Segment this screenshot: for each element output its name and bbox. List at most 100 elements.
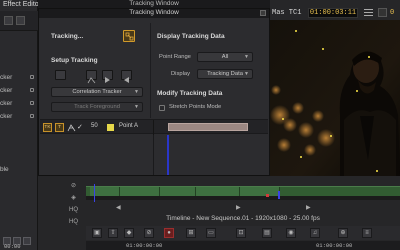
point-range-value: All — [221, 54, 229, 60]
tracker-enable-button[interactable]: TK — [43, 123, 52, 132]
tracker-engine-dropdown[interactable]: Correlation Tracker ▼ — [51, 87, 143, 97]
stop-icon[interactable]: ⊘ — [144, 228, 154, 238]
snap-icon[interactable]: ▣ — [92, 228, 102, 238]
timeline-playhead[interactable] — [94, 184, 95, 202]
effect-item-label: cker — [0, 74, 13, 81]
effect-list-item[interactable]: cker — [0, 74, 34, 81]
tracker-list-empty-area — [40, 135, 268, 175]
timeline-marker-blue[interactable] — [278, 191, 280, 199]
jog-left-icon[interactable]: ◀ — [116, 204, 121, 211]
tracking-point-marker[interactable] — [356, 90, 358, 92]
tracking-window: Tracking Window Tracking... Setup Tracki… — [38, 8, 270, 176]
backward-track-button[interactable] — [121, 70, 132, 83]
stretch-points-checkbox[interactable] — [159, 105, 165, 111]
chevron-down-icon: ▼ — [134, 104, 139, 110]
tracker-figure-icon[interactable] — [67, 123, 76, 132]
display-dropdown[interactable]: Tracking Data ▼ — [197, 69, 253, 79]
generate-tracker-button[interactable] — [86, 70, 97, 84]
pin-icon — [30, 88, 34, 92]
forward-track-button[interactable] — [102, 70, 113, 83]
pin-icon — [30, 75, 34, 79]
tracking-point-marker[interactable] — [295, 30, 297, 32]
audio-icon[interactable]: ♫ — [310, 228, 320, 238]
top-title-strip: Tracking Window — [38, 0, 270, 8]
tracking-window-title: Tracking Window — [129, 9, 179, 16]
zoom-icon[interactable]: ⊕ — [338, 228, 348, 238]
play-icon[interactable]: ▶ — [236, 204, 241, 211]
tracking-range-bar[interactable] — [168, 123, 248, 131]
video-track-clip[interactable] — [86, 186, 400, 197]
splice-icon[interactable]: ◆ — [124, 228, 134, 238]
point-range-dropdown[interactable]: All ▼ — [197, 52, 253, 62]
pin-icon — [30, 101, 34, 105]
chevron-down-icon: ▼ — [134, 89, 139, 95]
tracking-point-marker[interactable] — [322, 48, 324, 50]
tracker-number: 50 — [91, 123, 98, 129]
tracking-point-marker[interactable] — [330, 135, 332, 137]
setup-tracking-heading: Setup Tracking — [51, 57, 98, 64]
effect-icon[interactable]: ◉ — [286, 228, 296, 238]
viewer-frame-image — [270, 20, 400, 180]
tracker-type-button[interactable]: T — [55, 123, 64, 132]
column-divider — [150, 23, 151, 118]
tracking-playhead[interactable] — [167, 135, 169, 175]
viewer-button-icon[interactable] — [378, 8, 387, 17]
menu-icon[interactable] — [364, 9, 373, 17]
effect-editor-title: Effect Editor — [3, 1, 42, 8]
row-divider — [153, 120, 154, 135]
settings-icon[interactable]: ≡ — [362, 228, 372, 238]
tracking-rect-button[interactable] — [55, 70, 66, 80]
trim-icon[interactable]: ⊞ — [186, 228, 196, 238]
tracking-point-marker[interactable] — [368, 56, 370, 58]
timeline-toolbar: ▣ ⇧ ◆ ⊘ ● ⊞ ▭ ⊡ ▤ ◉ ♫ ⊕ ≡ — [86, 226, 400, 240]
timeline-track-controls: ⊘ ◈ HQ HQ — [38, 180, 84, 240]
track-label-1: HQ — [69, 207, 78, 213]
chevron-down-icon: ▼ — [244, 54, 249, 60]
segment-icon[interactable]: ▭ — [206, 228, 216, 238]
audio-track-strip[interactable] — [86, 196, 400, 200]
timeline-marker-red[interactable] — [266, 194, 269, 197]
overwrite-icon[interactable]: ⊡ — [236, 228, 246, 238]
display-tracking-data-heading: Display Tracking Data — [157, 33, 225, 40]
modify-tracking-data-heading: Modify Tracking Data — [157, 90, 223, 97]
display-value: Tracking Data — [207, 71, 243, 77]
effect-list-item[interactable]: cker — [0, 87, 34, 94]
start-tracking-button[interactable] — [123, 30, 135, 42]
pin-icon — [30, 114, 34, 118]
bottom-button-icon[interactable] — [23, 237, 31, 245]
lift-icon[interactable]: ⇧ — [108, 228, 118, 238]
tracking-point-marker[interactable] — [376, 170, 378, 172]
chevron-down-icon: ▼ — [244, 71, 249, 77]
effect-editor-panel: Effect Editor cker cker cker cker ble — [0, 0, 42, 250]
record-icon[interactable]: ● — [164, 228, 174, 238]
link-icon[interactable]: ⊘ — [69, 182, 78, 191]
effect-item-label: ble — [0, 166, 9, 173]
timecode-display[interactable]: 01:00:03:11 — [308, 8, 358, 18]
tracker-list-row[interactable]: TK T ✓ 50 Point A — [40, 119, 268, 135]
tracking-point-marker[interactable] — [300, 156, 302, 158]
sync-icon[interactable]: ◈ — [69, 194, 78, 203]
track-foreground-dropdown[interactable]: Track Foreground ▼ — [51, 102, 143, 112]
effect-list-item[interactable]: ble — [0, 166, 9, 173]
point-color-swatch[interactable] — [107, 124, 114, 131]
tracking-point-marker[interactable] — [282, 118, 284, 120]
forward-icon — [105, 77, 110, 83]
sequence-title: Timeline - New Sequence.01 - 1920x1080 -… — [166, 215, 320, 222]
video-viewer[interactable] — [270, 20, 400, 180]
close-icon[interactable] — [260, 10, 266, 16]
jog-right-icon[interactable]: ▶ — [306, 204, 311, 211]
mark-icon[interactable]: ▤ — [262, 228, 272, 238]
checkmark-icon[interactable]: ✓ — [77, 123, 83, 131]
toolbar-button-icon[interactable] — [4, 16, 13, 25]
toolbar-button-icon[interactable] — [16, 16, 25, 25]
tracker-point-name: Point A — [119, 123, 139, 129]
timecode-right: 0 — [390, 9, 395, 17]
effect-list-item[interactable]: cker — [0, 113, 34, 120]
tracking-window-titlebar[interactable]: Tracking Window — [39, 9, 269, 18]
effect-list-item[interactable]: cker — [0, 100, 34, 107]
transport-controls-row: ◀ ▶ ▶ — [86, 202, 400, 214]
timecode-source-label[interactable]: Mas TC1 — [272, 9, 301, 17]
tracking-label: Tracking... — [51, 33, 84, 40]
effect-item-label: cker — [0, 87, 13, 94]
timeline-ruler[interactable]: 01:00:00:00 01:00:00:00 — [86, 241, 400, 250]
